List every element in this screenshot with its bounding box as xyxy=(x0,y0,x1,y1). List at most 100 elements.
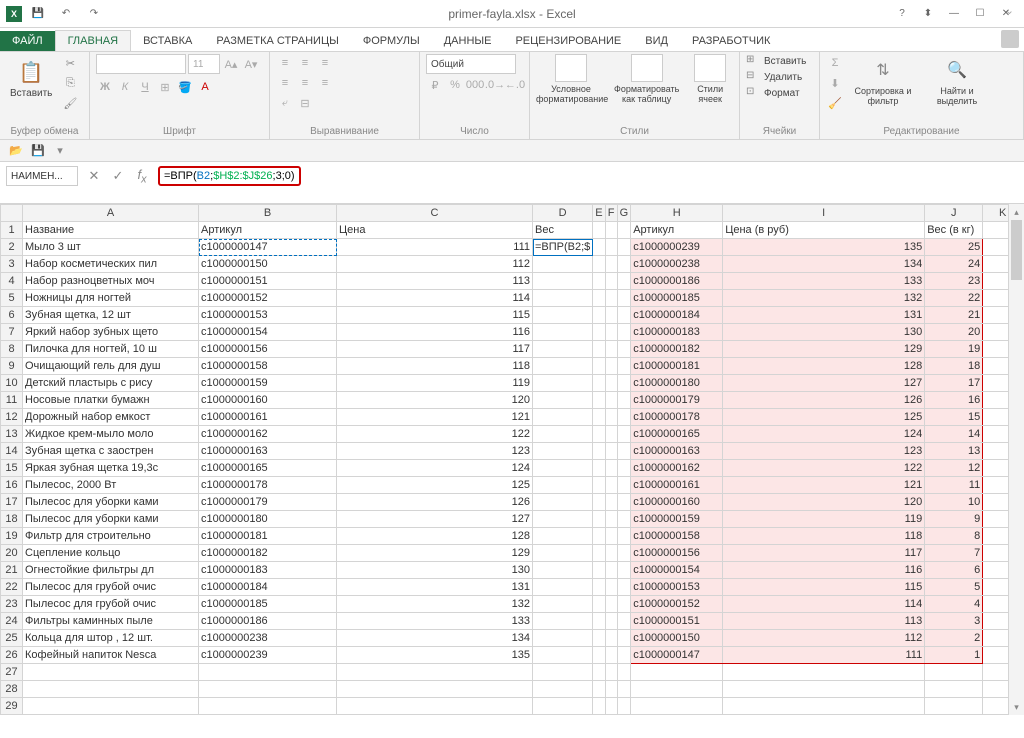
cell[interactable] xyxy=(605,222,617,239)
tab-review[interactable]: РЕЦЕНЗИРОВАНИЕ xyxy=(503,31,633,51)
cell[interactable]: 134 xyxy=(337,630,533,647)
row-header[interactable]: 16 xyxy=(1,477,23,494)
tab-developer[interactable]: РАЗРАБОТЧИК xyxy=(680,31,782,51)
row-header[interactable]: 11 xyxy=(1,392,23,409)
cell[interactable] xyxy=(605,630,617,647)
cell[interactable] xyxy=(617,426,631,443)
cell[interactable]: c1000000179 xyxy=(631,392,723,409)
cell[interactable]: c1000000238 xyxy=(631,256,723,273)
cell[interactable] xyxy=(593,239,605,256)
cell[interactable] xyxy=(605,443,617,460)
cell[interactable]: c1000000180 xyxy=(631,375,723,392)
cell[interactable] xyxy=(593,273,605,290)
cell[interactable] xyxy=(593,426,605,443)
cell[interactable]: 125 xyxy=(337,477,533,494)
name-box[interactable]: НАИМЕН... xyxy=(6,166,78,186)
cell[interactable] xyxy=(723,698,925,715)
cell[interactable]: 127 xyxy=(337,511,533,528)
column-header-G[interactable]: G xyxy=(617,205,631,222)
cell[interactable] xyxy=(617,613,631,630)
cell[interactable]: 134 xyxy=(723,256,925,273)
cell[interactable] xyxy=(617,443,631,460)
row-header[interactable]: 13 xyxy=(1,426,23,443)
cell[interactable] xyxy=(617,562,631,579)
cell[interactable]: c1000000184 xyxy=(631,307,723,324)
cell[interactable] xyxy=(337,664,533,681)
cell[interactable]: c1000000147 xyxy=(631,647,723,664)
cell[interactable]: Цена (в руб) xyxy=(723,222,925,239)
cell[interactable]: 7 xyxy=(925,545,983,562)
tab-page-layout[interactable]: РАЗМЕТКА СТРАНИЦЫ xyxy=(204,31,350,51)
cell[interactable]: 25 xyxy=(925,239,983,256)
cell[interactable]: 128 xyxy=(723,358,925,375)
cell[interactable]: c1000000186 xyxy=(631,273,723,290)
format-painter-icon[interactable]: 🖌 xyxy=(60,94,80,112)
cell[interactable]: c1000000178 xyxy=(631,409,723,426)
increase-font-icon[interactable]: A▴ xyxy=(222,55,240,73)
cell[interactable]: Название xyxy=(23,222,199,239)
cell[interactable] xyxy=(533,562,593,579)
cell[interactable]: 20 xyxy=(925,324,983,341)
qat-save-icon-2[interactable]: 💾 xyxy=(30,143,46,159)
cell[interactable] xyxy=(593,528,605,545)
cell[interactable]: Детский пластырь с рису xyxy=(23,375,199,392)
scroll-up-icon[interactable]: ▴ xyxy=(1009,204,1024,220)
cell[interactable] xyxy=(617,222,631,239)
cell[interactable] xyxy=(533,358,593,375)
cell[interactable]: Пылесос для уборки ками xyxy=(23,494,199,511)
cell[interactable]: 115 xyxy=(337,307,533,324)
cell[interactable] xyxy=(617,630,631,647)
cell[interactable] xyxy=(617,256,631,273)
align-center-icon[interactable]: ≡ xyxy=(296,74,314,92)
cell[interactable]: Артикул xyxy=(199,222,337,239)
align-top-icon[interactable]: ≡ xyxy=(276,54,294,72)
cell[interactable] xyxy=(605,596,617,613)
cut-icon[interactable]: ✂ xyxy=(60,54,80,72)
cell[interactable]: 133 xyxy=(723,273,925,290)
cell[interactable] xyxy=(593,222,605,239)
qat-redo-icon[interactable]: ↷ xyxy=(82,5,106,23)
cell[interactable]: Фильтр для строительно xyxy=(23,528,199,545)
cell[interactable] xyxy=(533,273,593,290)
cell[interactable] xyxy=(605,562,617,579)
cell[interactable]: c1000000183 xyxy=(199,562,337,579)
cell[interactable]: Дорожный набор емкост xyxy=(23,409,199,426)
cell[interactable] xyxy=(925,664,983,681)
cell[interactable]: c1000000185 xyxy=(631,290,723,307)
cell[interactable] xyxy=(533,613,593,630)
cell[interactable] xyxy=(533,579,593,596)
format-cells-button[interactable]: ⊡Формат xyxy=(746,86,800,100)
find-select-button[interactable]: 🔍 Найти и выделить xyxy=(922,54,992,106)
align-middle-icon[interactable]: ≡ xyxy=(296,54,314,72)
cell[interactable] xyxy=(593,494,605,511)
cell[interactable] xyxy=(617,409,631,426)
column-header-C[interactable]: C xyxy=(337,205,533,222)
cell[interactable]: 2 xyxy=(925,630,983,647)
cell[interactable]: c1000000160 xyxy=(631,494,723,511)
cell[interactable] xyxy=(617,596,631,613)
decrease-decimal-icon[interactable]: ←.0 xyxy=(506,76,524,94)
cell[interactable] xyxy=(617,375,631,392)
cell[interactable]: Вес (в кг) xyxy=(925,222,983,239)
row-header[interactable]: 22 xyxy=(1,579,23,596)
cell[interactable]: 124 xyxy=(337,460,533,477)
cell-styles-button[interactable]: Стили ячеек xyxy=(687,54,733,104)
tab-data[interactable]: ДАННЫЕ xyxy=(432,31,504,51)
row-header[interactable]: 9 xyxy=(1,358,23,375)
increase-decimal-icon[interactable]: .0→ xyxy=(486,76,504,94)
cell[interactable] xyxy=(605,528,617,545)
percent-icon[interactable]: % xyxy=(446,76,464,94)
cell[interactable]: Артикул xyxy=(631,222,723,239)
cell[interactable] xyxy=(605,341,617,358)
cell[interactable] xyxy=(533,647,593,664)
cell[interactable]: Цена xyxy=(337,222,533,239)
cell[interactable]: 126 xyxy=(337,494,533,511)
scroll-down-icon[interactable]: ▾ xyxy=(1009,699,1024,715)
cell[interactable] xyxy=(605,477,617,494)
cell[interactable]: c1000000162 xyxy=(631,460,723,477)
align-right-icon[interactable]: ≡ xyxy=(316,74,334,92)
cell[interactable]: 5 xyxy=(925,579,983,596)
cell[interactable]: 122 xyxy=(337,426,533,443)
cell[interactable] xyxy=(533,494,593,511)
cell[interactable]: 111 xyxy=(337,239,533,256)
